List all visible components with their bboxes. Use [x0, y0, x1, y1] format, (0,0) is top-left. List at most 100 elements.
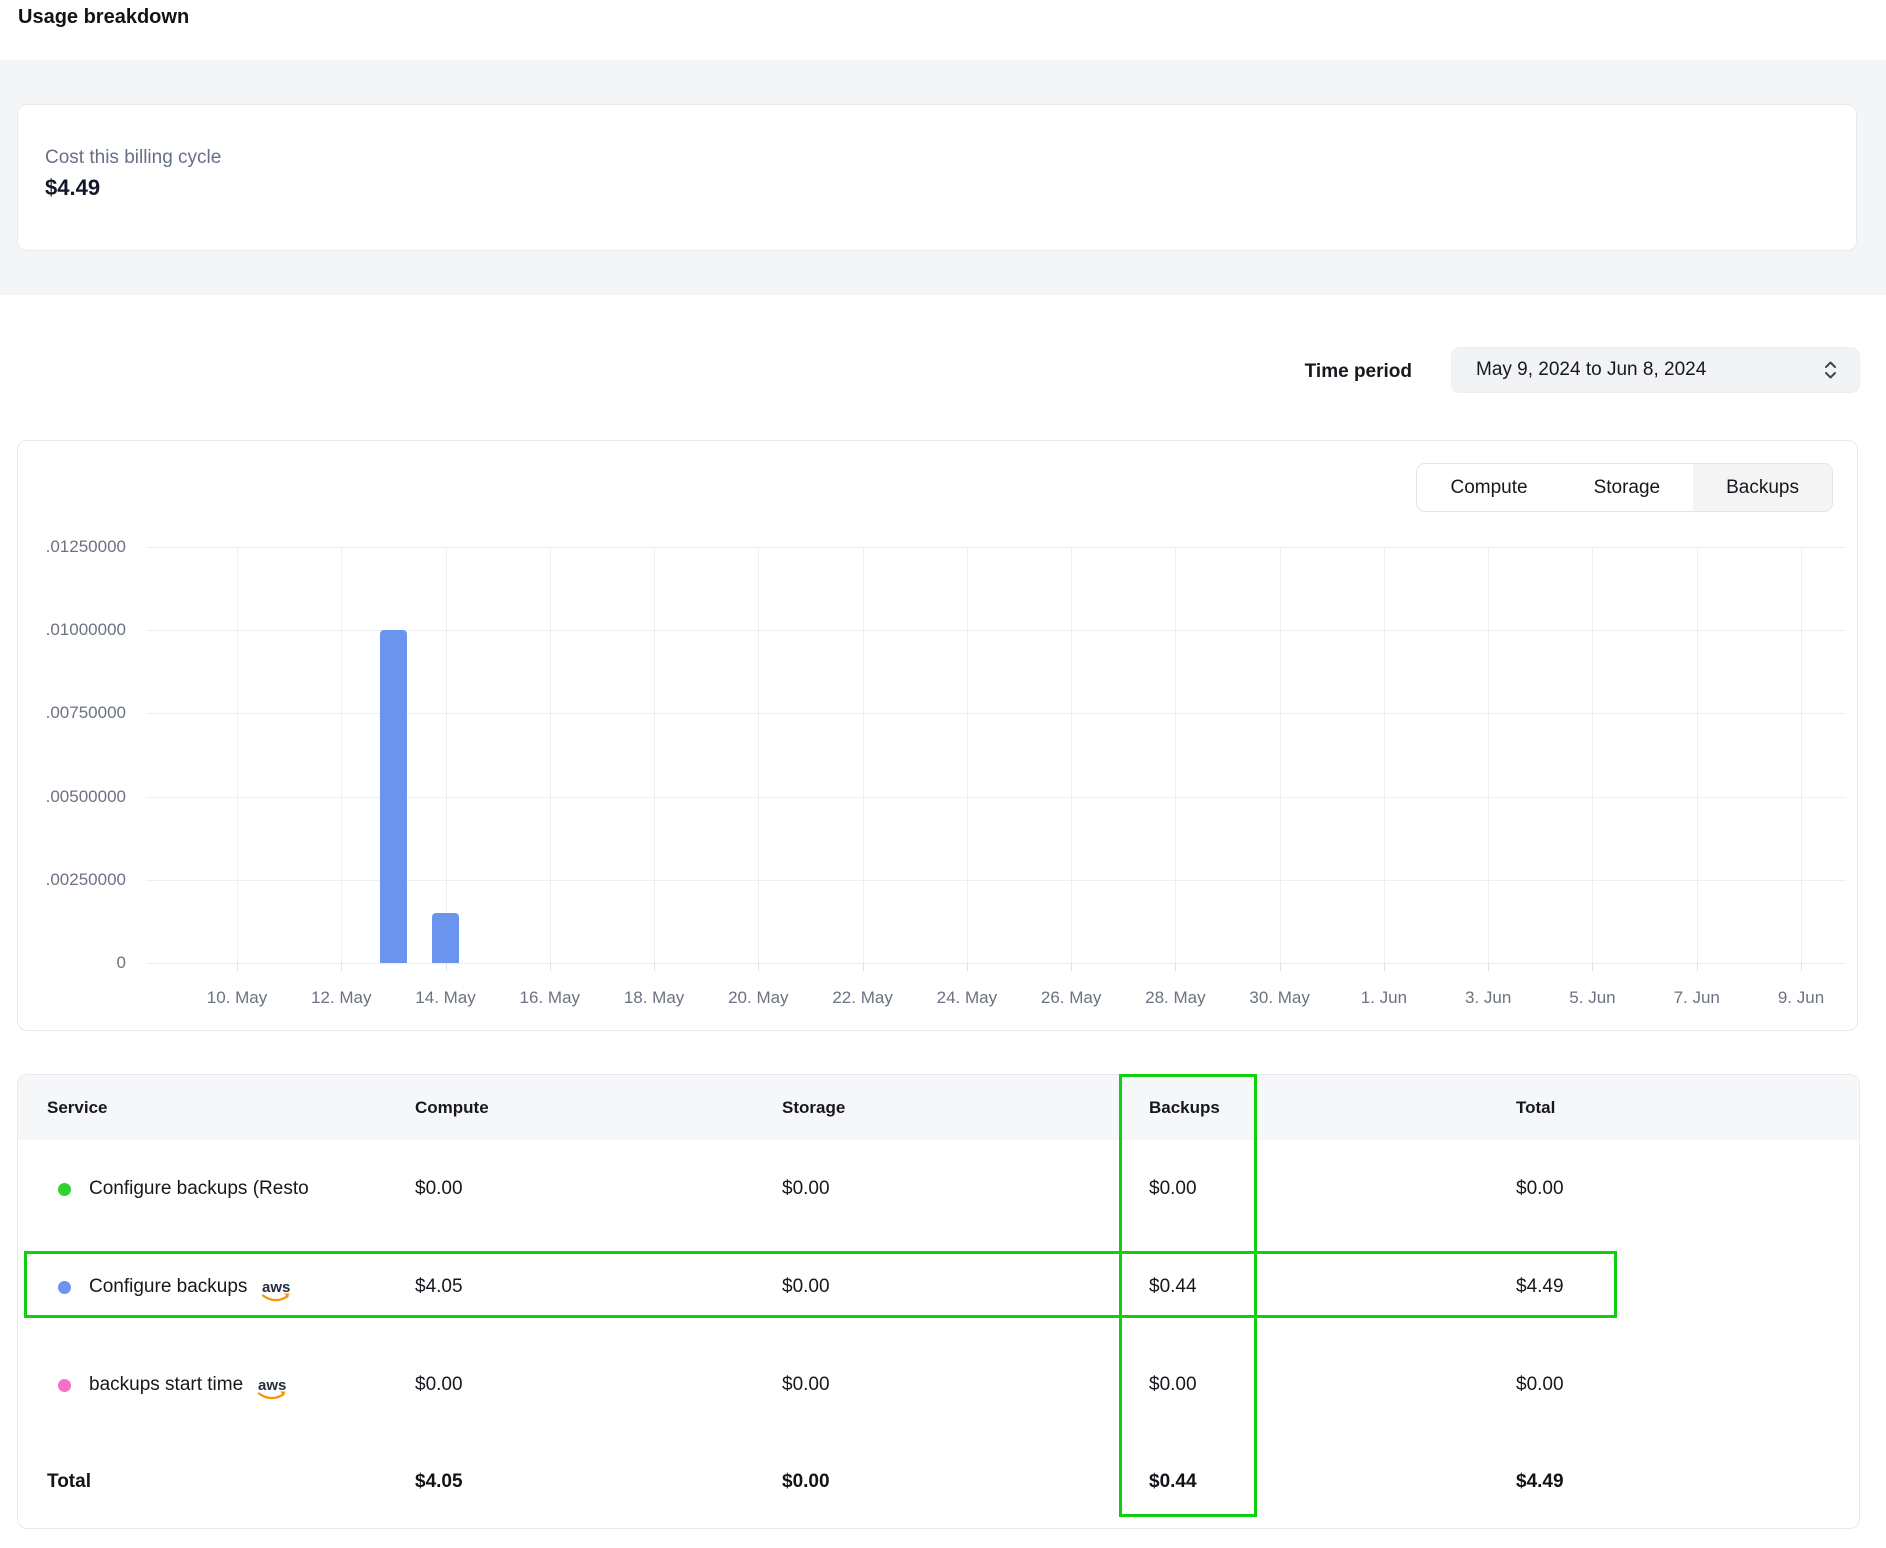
x-axis-tick	[1592, 963, 1593, 971]
x-axis-tick	[550, 963, 551, 971]
backups-value: $0.44	[1132, 1276, 1499, 1298]
x-axis-label: 28. May	[1145, 988, 1205, 1008]
cost-value: $4.49	[45, 175, 100, 201]
x-axis-tick	[341, 963, 342, 971]
page-title: Usage breakdown	[18, 6, 189, 29]
svg-text:aws: aws	[258, 1377, 286, 1394]
x-axis-tick	[1384, 963, 1385, 971]
column-header-compute: Compute	[398, 1098, 765, 1118]
x-axis-label: 30. May	[1249, 988, 1309, 1008]
table-total-row: Total $4.05 $0.00 $0.44 $4.49	[18, 1434, 1859, 1529]
compute-value: $4.05	[398, 1276, 765, 1298]
x-axis-label: 9. Jun	[1778, 988, 1824, 1008]
v-gridline	[341, 547, 342, 963]
usage-chart-card: Compute Storage Backups .01250000.010000…	[17, 440, 1858, 1031]
x-axis-tick	[758, 963, 759, 971]
v-gridline	[967, 547, 968, 963]
v-gridline	[1801, 547, 1802, 963]
select-updown-icon	[1822, 358, 1839, 382]
table-row: Configure backups (Resto $0.00 $0.00 $0.…	[18, 1140, 1859, 1238]
v-gridline	[654, 547, 655, 963]
table-row: Configure backups aws $4.05 $0.00 $0.44 …	[18, 1238, 1859, 1336]
service-cell: Configure backups (Resto	[18, 1178, 398, 1200]
usage-table: Service Compute Storage Backups Total Co…	[17, 1074, 1860, 1529]
compute-value: $0.00	[398, 1374, 765, 1396]
service-name: Configure backups	[89, 1276, 247, 1298]
time-period-label: Time period	[1262, 361, 1412, 383]
x-axis-label: 7. Jun	[1674, 988, 1720, 1008]
aws-icon: aws	[255, 1375, 289, 1402]
service-name: backups start time	[89, 1374, 243, 1396]
x-axis-label: 20. May	[728, 988, 788, 1008]
usage-bar[interactable]	[432, 913, 459, 963]
storage-value: $0.00	[765, 1374, 1132, 1396]
h-gridline	[146, 963, 1846, 964]
x-axis-label: 10. May	[207, 988, 267, 1008]
total-total: $4.49	[1499, 1471, 1859, 1493]
y-axis-label: .00500000	[18, 787, 126, 807]
v-gridline	[1384, 547, 1385, 963]
total-backups: $0.44	[1132, 1471, 1499, 1493]
total-value: $0.00	[1499, 1178, 1859, 1200]
aws-icon: aws	[259, 1277, 293, 1304]
v-gridline	[446, 547, 447, 963]
series-dot-green	[58, 1183, 71, 1196]
y-axis-label: .00750000	[18, 703, 126, 723]
x-axis-tick	[446, 963, 447, 971]
v-gridline	[237, 547, 238, 963]
chart-plot: .01250000 .01000000 .00750000 .00500000 .002…	[18, 441, 1857, 1030]
total-compute: $4.05	[398, 1471, 765, 1493]
cost-label: Cost this billing cycle	[45, 147, 221, 169]
compute-value: $0.00	[398, 1178, 765, 1200]
v-gridline	[1592, 547, 1593, 963]
y-axis-label: .00250000	[18, 870, 126, 890]
column-header-total: Total	[1499, 1098, 1859, 1118]
x-axis-label: 16. May	[520, 988, 580, 1008]
time-period-select[interactable]: May 9, 2024 to Jun 8, 2024	[1451, 347, 1860, 393]
total-value: $4.49	[1499, 1276, 1859, 1298]
service-name: Configure backups (Resto	[89, 1178, 309, 1200]
column-header-backups: Backups	[1132, 1098, 1499, 1118]
series-dot-pink	[58, 1379, 71, 1392]
x-axis-tick	[1488, 963, 1489, 971]
column-header-storage: Storage	[765, 1098, 1132, 1118]
service-cell: backups start time aws	[18, 1369, 398, 1402]
time-period-value: May 9, 2024 to Jun 8, 2024	[1476, 359, 1822, 381]
series-dot-blue	[58, 1281, 71, 1294]
x-axis-tick	[1801, 963, 1802, 971]
x-axis-tick	[1280, 963, 1281, 971]
backups-value: $0.00	[1132, 1374, 1499, 1396]
v-gridline	[1488, 547, 1489, 963]
x-axis-label: 14. May	[415, 988, 475, 1008]
total-row-label: Total	[18, 1471, 398, 1493]
x-axis-tick	[1697, 963, 1698, 971]
column-header-service: Service	[18, 1098, 398, 1118]
table-header-row: Service Compute Storage Backups Total	[18, 1075, 1859, 1140]
y-axis-label: .01250000	[18, 537, 126, 557]
y-axis-label: 0	[18, 953, 126, 973]
x-axis-tick	[1071, 963, 1072, 971]
x-axis-tick	[863, 963, 864, 971]
x-axis-label: 18. May	[624, 988, 684, 1008]
v-gridline	[1071, 547, 1072, 963]
x-axis-label: 22. May	[832, 988, 892, 1008]
x-axis-label: 26. May	[1041, 988, 1101, 1008]
h-gridline	[146, 547, 1846, 548]
billing-summary-band: Cost this billing cycle $4.49	[0, 60, 1886, 295]
x-axis-label: 3. Jun	[1465, 988, 1511, 1008]
x-axis-label: 5. Jun	[1569, 988, 1615, 1008]
v-gridline	[1175, 547, 1176, 963]
storage-value: $0.00	[765, 1178, 1132, 1200]
svg-text:aws: aws	[262, 1279, 290, 1296]
table-row: backups start time aws $0.00 $0.00 $0.00…	[18, 1336, 1859, 1434]
service-cell: Configure backups aws	[18, 1271, 398, 1304]
x-axis-label: 1. Jun	[1361, 988, 1407, 1008]
usage-bar[interactable]	[380, 630, 407, 963]
backups-value: $0.00	[1132, 1178, 1499, 1200]
x-axis-label: 24. May	[937, 988, 997, 1008]
v-gridline	[758, 547, 759, 963]
storage-value: $0.00	[765, 1276, 1132, 1298]
y-axis-label: .01000000	[18, 620, 126, 640]
cost-card: Cost this billing cycle $4.49	[17, 104, 1857, 251]
v-gridline	[1697, 547, 1698, 963]
